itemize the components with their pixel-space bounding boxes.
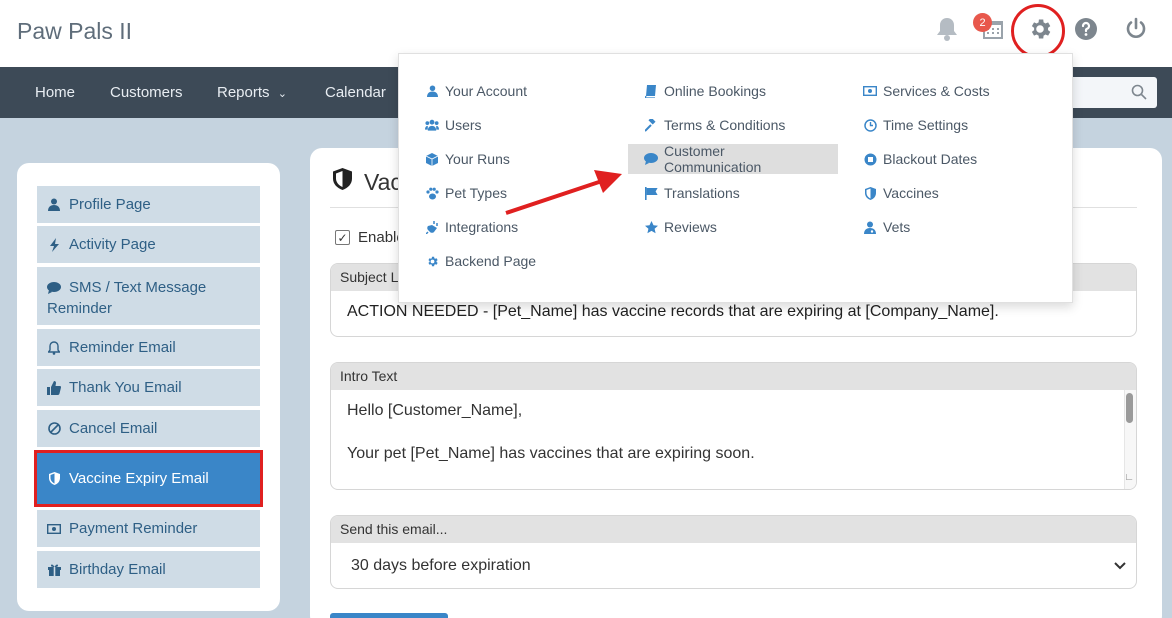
annotation-arrow — [505, 170, 622, 215]
